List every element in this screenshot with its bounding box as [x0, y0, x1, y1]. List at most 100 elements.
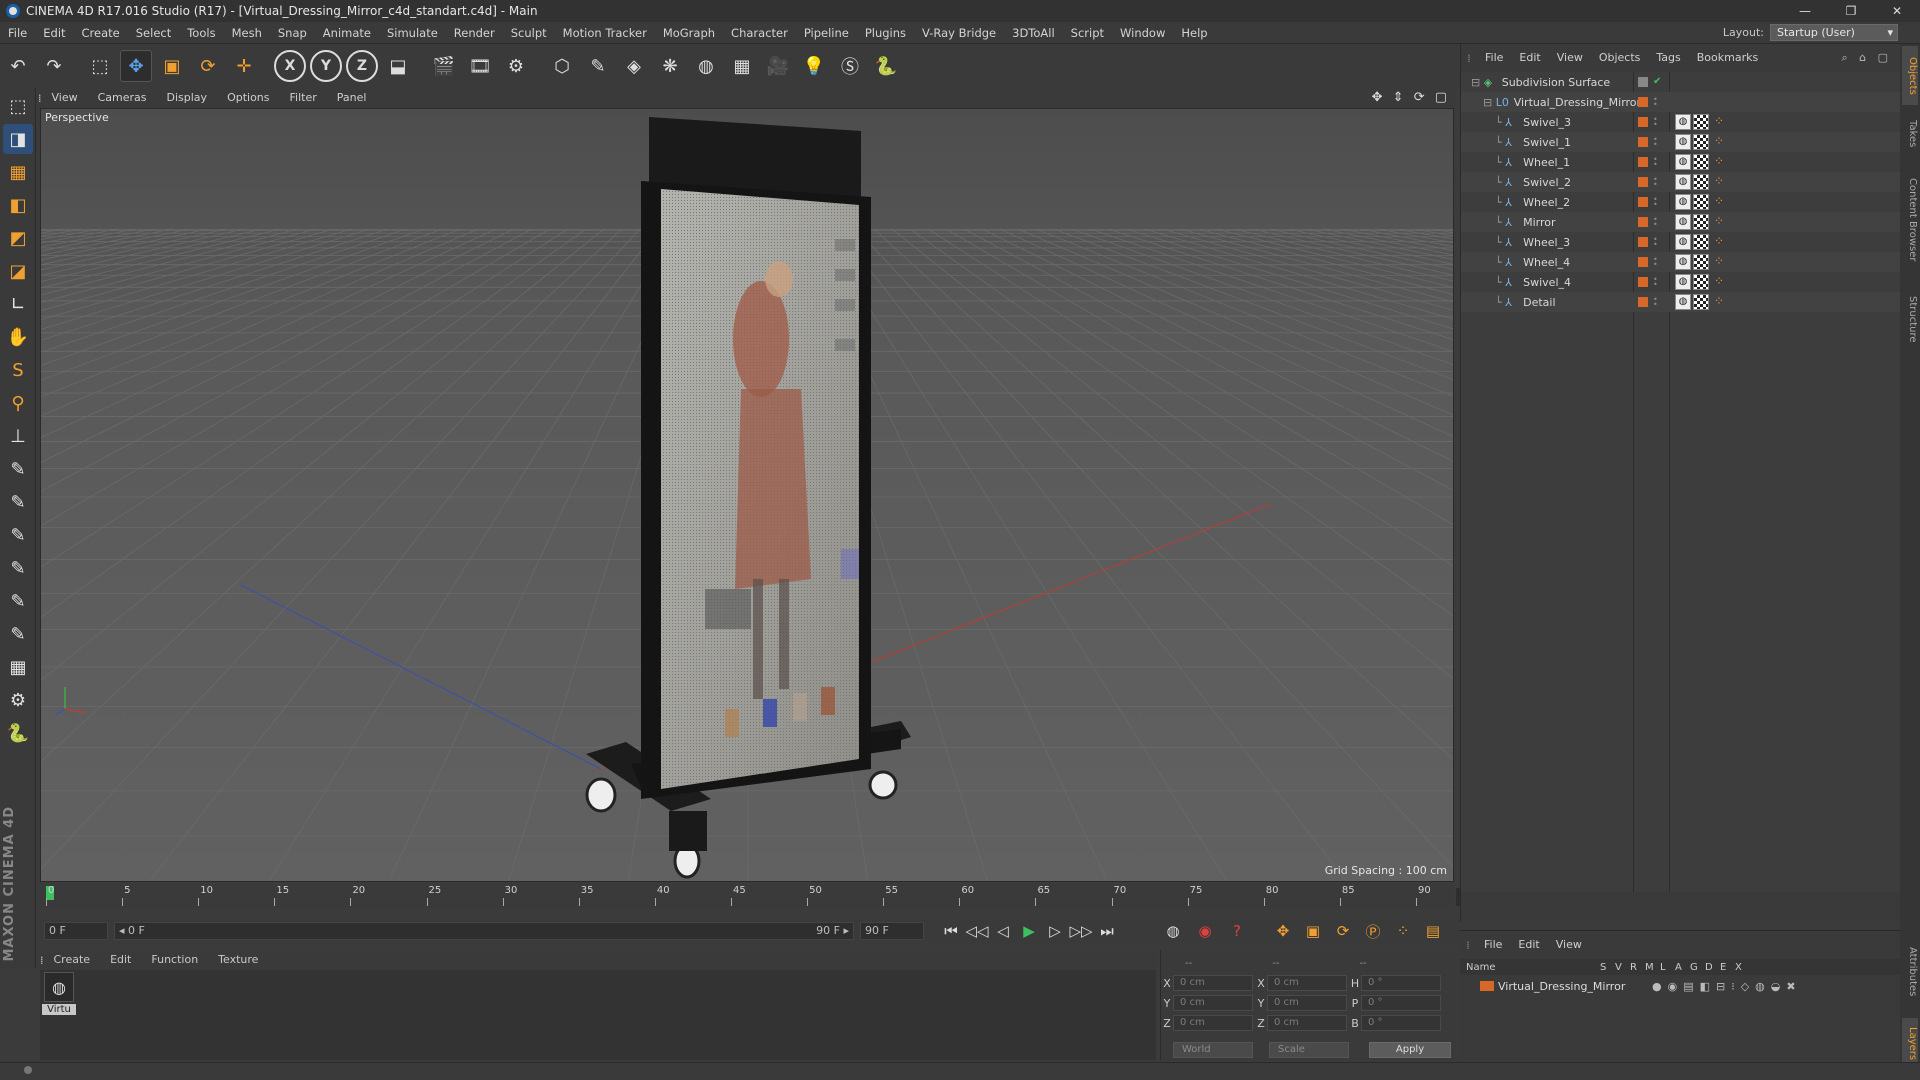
texture-tag-icon[interactable]: [1693, 274, 1709, 290]
layer-column-header[interactable]: X: [1735, 962, 1750, 973]
tweak-icon[interactable]: S: [3, 355, 33, 385]
tree-expander-icon[interactable]: └: [1495, 156, 1505, 169]
axis-mode-icon[interactable]: ✋: [3, 322, 33, 352]
tree-expander-icon[interactable]: └: [1495, 216, 1505, 229]
layer-column-header[interactable]: Name: [1460, 962, 1600, 973]
start-frame-field[interactable]: 0 F: [44, 922, 108, 940]
layer-column-header[interactable]: D: [1705, 962, 1720, 973]
move-icon[interactable]: ✥: [120, 50, 152, 82]
object-row[interactable]: └ ⅄ Wheel_2 • • ◍ ⁘: [1461, 192, 1901, 212]
object-row[interactable]: └ ⅄ Swivel_3 • • ◍ ⁘: [1461, 112, 1901, 132]
material-tag-icon[interactable]: ◍: [1675, 154, 1691, 170]
side-tab-structure[interactable]: Structure: [1902, 283, 1918, 356]
brush-icon-2[interactable]: ✎: [3, 520, 33, 550]
last-tool-icon[interactable]: ✛: [228, 50, 260, 82]
layer-color-swatch[interactable]: [1638, 117, 1648, 127]
menu-sculpt[interactable]: Sculpt: [503, 22, 555, 44]
material-tag-icon[interactable]: ◍: [1675, 234, 1691, 250]
make-editable-icon[interactable]: ⬚: [3, 91, 33, 121]
menu-create[interactable]: Create: [74, 22, 128, 44]
axis-tool-icon[interactable]: ✎: [3, 454, 33, 484]
layer-color-swatch[interactable]: [1638, 137, 1648, 147]
workplane-icon[interactable]: ◧: [3, 190, 33, 220]
phong-tag-icon[interactable]: ⁘: [1711, 234, 1727, 250]
menu-character[interactable]: Character: [723, 22, 796, 44]
next-key-icon[interactable]: ▷▷: [1068, 920, 1094, 942]
cube-icon[interactable]: ⬡: [546, 50, 578, 82]
timeline-ruler[interactable]: 0 5 10 15 20 25 30 35 40 45 50 55 60 65 70 75 80 85 90: [40, 884, 1454, 908]
menu-help[interactable]: Help: [1173, 22, 1215, 44]
coord-value-field[interactable]: 0 cm: [1267, 995, 1347, 1011]
motion-record-icon[interactable]: ◍: [1160, 920, 1186, 942]
phong-tag-icon[interactable]: ⁘: [1711, 214, 1727, 230]
phong-tag-icon[interactable]: ⁘: [1711, 254, 1727, 270]
viewport-menu-cameras[interactable]: Cameras: [88, 88, 157, 108]
coord-value-field[interactable]: 0 cm: [1267, 1015, 1347, 1031]
perspective-viewport[interactable]: Perspective Grid Spacing : 100 cm: [40, 108, 1454, 882]
go-to-end-icon[interactable]: ⏭: [1094, 920, 1120, 942]
autokey-icon[interactable]: ?: [1224, 920, 1250, 942]
array-icon[interactable]: ❋: [654, 50, 686, 82]
side-tab-attributes[interactable]: Attributes: [1902, 932, 1918, 1012]
menu-motion-tracker[interactable]: Motion Tracker: [555, 22, 655, 44]
phong-tag-icon[interactable]: ⁘: [1711, 134, 1727, 150]
visibility-dots[interactable]: ✔: [1653, 77, 1661, 87]
tree-expander-icon[interactable]: └: [1495, 296, 1505, 309]
tree-expander-icon[interactable]: └: [1495, 196, 1505, 209]
material-tag-icon[interactable]: ◍: [1675, 294, 1691, 310]
layer-name[interactable]: Virtual_Dressing_Mirror: [1498, 980, 1648, 993]
menu-pipeline[interactable]: Pipeline: [796, 22, 857, 44]
layer-flag-icons[interactable]: ●◉▤◧⊟⁝◇◍◒✖: [1652, 980, 1802, 993]
texture-tag-icon[interactable]: [1693, 234, 1709, 250]
coord-value-field[interactable]: 0 °: [1361, 975, 1441, 991]
menu-snap[interactable]: Snap: [270, 22, 315, 44]
material-tag-icon[interactable]: ◍: [1675, 114, 1691, 130]
coord-value-field[interactable]: 0 °: [1361, 1015, 1441, 1031]
floor-icon[interactable]: ▦: [726, 50, 758, 82]
render-view-icon[interactable]: 🎬: [428, 50, 460, 82]
menu-script[interactable]: Script: [1063, 22, 1112, 44]
layout-select[interactable]: Startup (User): [1770, 24, 1898, 41]
menu-window[interactable]: Window: [1112, 22, 1173, 44]
coord-value-field[interactable]: 0 cm: [1173, 1015, 1253, 1031]
layer-color-swatch[interactable]: [1638, 97, 1648, 107]
tree-expander-icon[interactable]: └: [1495, 256, 1505, 269]
snap-icon[interactable]: 🐍: [3, 718, 33, 748]
tree-expander-icon[interactable]: ⊟: [1483, 96, 1496, 109]
object-menu-edit[interactable]: Edit: [1511, 48, 1548, 68]
layer-color-swatch[interactable]: [1638, 257, 1648, 267]
texture-tag-icon[interactable]: [1693, 174, 1709, 190]
menu-animate[interactable]: Animate: [315, 22, 379, 44]
deformer-icon[interactable]: ◍: [690, 50, 722, 82]
phong-tag-icon[interactable]: ⁘: [1711, 154, 1727, 170]
visibility-dots[interactable]: • •: [1653, 116, 1659, 129]
key-parameter-icon[interactable]: Ⓟ: [1360, 920, 1386, 942]
tree-expander-icon[interactable]: └: [1495, 116, 1505, 129]
material-tag-icon[interactable]: ◍: [1675, 194, 1691, 210]
layer-column-header[interactable]: L: [1660, 962, 1675, 973]
texture-tag-icon[interactable]: [1693, 214, 1709, 230]
tree-expander-icon[interactable]: └: [1495, 176, 1505, 189]
menu-render[interactable]: Render: [446, 22, 503, 44]
apply-button[interactable]: Apply: [1369, 1042, 1451, 1058]
play-icon[interactable]: ▶: [1016, 920, 1042, 942]
texture-tag-icon[interactable]: [1693, 134, 1709, 150]
side-tab-content-browser[interactable]: Content Browser: [1902, 162, 1918, 277]
visibility-dots[interactable]: • •: [1653, 236, 1659, 249]
menu-v-ray-bridge[interactable]: V-Ray Bridge: [914, 22, 1004, 44]
layer-column-header[interactable]: S: [1600, 962, 1615, 973]
material-tag-icon[interactable]: ◍: [1675, 274, 1691, 290]
phong-tag-icon[interactable]: ⁘: [1711, 114, 1727, 130]
frame-range-slider[interactable]: ◂ 0 F 90 F ▸: [114, 922, 854, 940]
phong-tag-icon[interactable]: ⁘: [1711, 194, 1727, 210]
object-row[interactable]: └ ⅄ Wheel_1 • • ◍ ⁘: [1461, 152, 1901, 172]
texture-mode-icon[interactable]: ▦: [3, 157, 33, 187]
layer-column-header[interactable]: R: [1630, 962, 1645, 973]
minimize-button[interactable]: —: [1782, 0, 1828, 22]
sketch-icon[interactable]: Ⓢ: [834, 50, 866, 82]
phong-tag-icon[interactable]: ⁘: [1711, 294, 1727, 310]
tree-expander-icon[interactable]: └: [1495, 276, 1505, 289]
material-menu-function[interactable]: Function: [141, 950, 208, 970]
visibility-dots[interactable]: • •: [1653, 276, 1659, 289]
texture-tag-icon[interactable]: [1693, 154, 1709, 170]
